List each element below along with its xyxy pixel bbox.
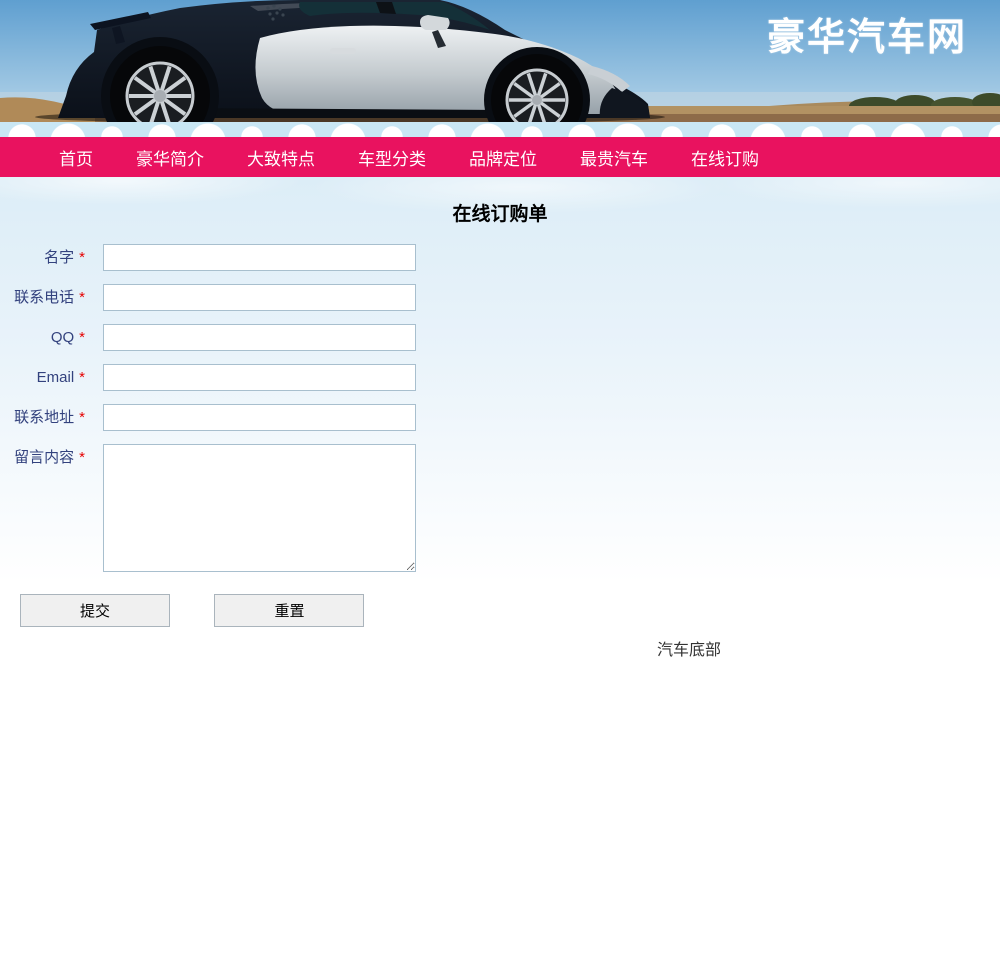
phone-label: 联系电话 * <box>14 289 85 306</box>
required-asterisk: * <box>79 409 85 426</box>
footer-text: 汽车底部 <box>657 642 722 659</box>
site-title: 豪华汽车网 <box>766 17 967 59</box>
required-asterisk: * <box>79 449 85 466</box>
main-nav: 首页 豪华简介 大致特点 车型分类 品牌定位 最贵汽车 在线订购 <box>0 137 1000 177</box>
email-input[interactable] <box>103 364 416 391</box>
address-input[interactable] <box>103 404 416 431</box>
nav-item-intro[interactable]: 豪华简介 <box>136 145 204 170</box>
main-content: 在线订购单 名字 * 联系电话 * QQ * Email * 联系地址 * 留言内容 * 提… <box>0 177 1000 672</box>
form-row-message: 留言内容 * <box>0 444 1000 572</box>
form-row-address: 联系地址 * <box>0 404 1000 431</box>
required-asterisk: * <box>79 249 85 266</box>
form-row-phone: 联系电话 * <box>0 284 1000 311</box>
nav-item-brand[interactable]: 品牌定位 <box>469 145 537 170</box>
reset-button[interactable]: 重置 <box>214 594 365 627</box>
nav-item-order[interactable]: 在线订购 <box>691 145 759 170</box>
required-asterisk: * <box>79 329 85 346</box>
form-row-qq: QQ * <box>0 324 1000 351</box>
name-label: 名字 * <box>44 249 85 266</box>
submit-button[interactable]: 提交 <box>20 594 170 627</box>
form-buttons: 提交 重置 <box>0 594 1000 627</box>
required-asterisk: * <box>79 289 85 306</box>
message-textarea[interactable] <box>103 444 416 572</box>
email-label: Email * <box>36 369 85 386</box>
qq-label: QQ * <box>50 329 85 346</box>
name-input[interactable] <box>103 244 416 271</box>
address-label: 联系地址 * <box>14 409 85 426</box>
form-row-email: Email * <box>0 364 1000 391</box>
nav-item-expensive[interactable]: 最贵汽车 <box>580 145 648 170</box>
cloud-strip <box>0 122 1000 137</box>
nav-item-home[interactable]: 首页 <box>59 145 93 170</box>
header-banner: 豪华汽车网 <box>0 0 1000 122</box>
qq-input[interactable] <box>103 324 416 351</box>
message-label: 留言内容 * <box>14 449 85 466</box>
page-title: 在线订购单 <box>452 204 548 225</box>
nav-item-categories[interactable]: 车型分类 <box>358 145 426 170</box>
required-asterisk: * <box>79 369 85 386</box>
nav-item-features[interactable]: 大致特点 <box>247 145 315 170</box>
phone-input[interactable] <box>103 284 416 311</box>
form-row-name: 名字 * <box>0 244 1000 271</box>
order-form: 名字 * 联系电话 * QQ * Email * 联系地址 * 留言内容 * 提交 重置 <box>0 244 1000 627</box>
